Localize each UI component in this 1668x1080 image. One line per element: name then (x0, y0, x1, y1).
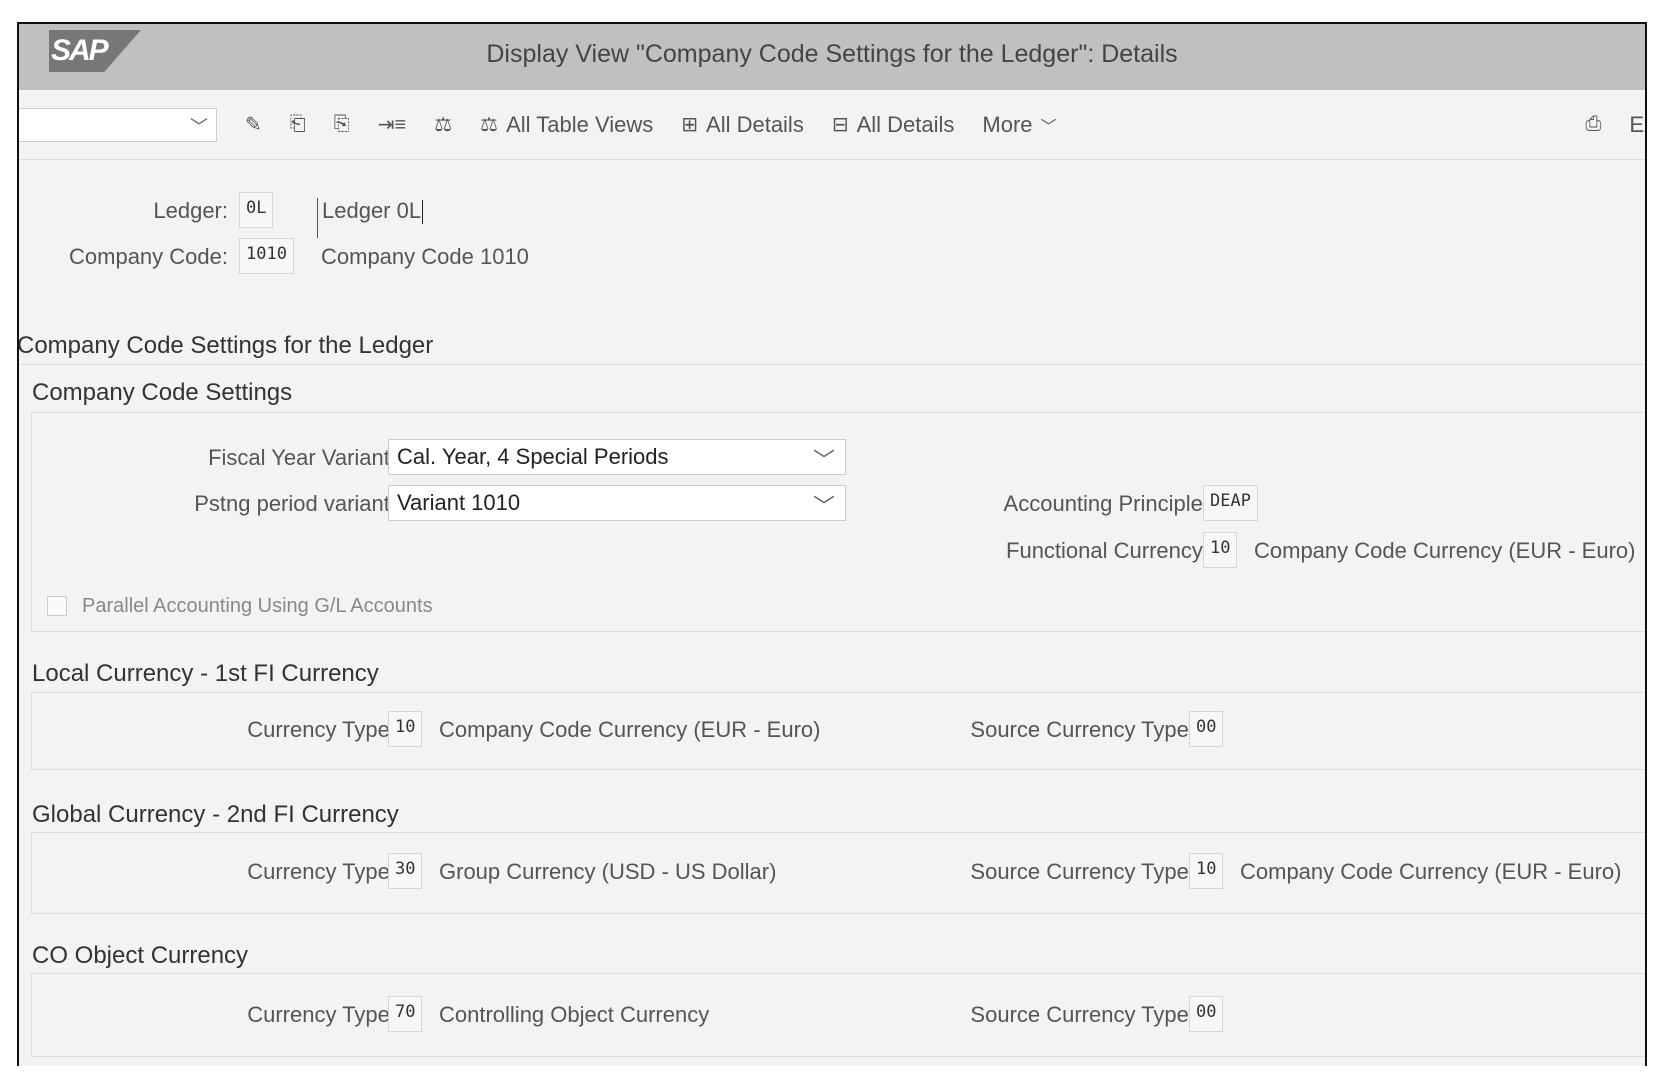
balance-icon: ⚖ (434, 114, 453, 136)
collapse-details-icon: ⊟ (831, 114, 849, 136)
parallel-accounting-label: Parallel Accounting Using G/L Accounts (82, 595, 433, 617)
title-bar: SAP Display View "Company Code Settings … (19, 24, 1645, 90)
toolbar: ﹀ ✎ ⎗ ⎘ ⇥≡ ⚖ ⚖ All Table Views ⊞ All Detai… (19, 90, 1645, 160)
ledger-field[interactable]: 0L (239, 192, 274, 228)
previous-entry-icon: ⎗ (289, 113, 306, 135)
source-currency-type-label: Source Currency Type: (970, 859, 1195, 884)
source-currency-type-field[interactable]: 00 (1189, 996, 1224, 1032)
next-entry-icon: ⎘ (333, 113, 350, 135)
company-code-settings-group: Fiscal Year Variant: Cal. Year, 4 Specia… (31, 412, 1645, 632)
fiscal-year-variant-dropdown[interactable]: Cal. Year, 4 Special Periods ﹀ (388, 439, 846, 475)
currency-type-description: Controlling Object Currency (439, 1002, 710, 1027)
expand-details-icon: ⊞ (681, 114, 699, 136)
chevron-down-icon: ﹀ (190, 116, 208, 137)
sap-window: SAP Display View "Company Code Settings … (17, 22, 1647, 1066)
ledger-description: Ledger 0L (317, 198, 1037, 238)
balance-icon: ⚖ (480, 114, 499, 136)
posting-period-variant-dropdown[interactable]: Variant 1010 ﹀ (388, 485, 846, 521)
divider (19, 364, 1645, 365)
next-entry-button[interactable]: ⎘ (334, 113, 350, 136)
ledger-label: Ledger: (153, 198, 228, 223)
currency-type-field[interactable]: 10 (388, 711, 423, 747)
chevron-down-icon: ﹀ (812, 494, 835, 519)
source-currency-type-label: Source Currency Type: (970, 717, 1195, 742)
currency-type-description: Company Code Currency (EUR - Euro) (439, 717, 821, 742)
company-code-field[interactable]: 1010 (239, 238, 294, 274)
currency-type-label: Currency Type: (247, 859, 396, 884)
display-change-button[interactable]: ✎ (245, 112, 262, 137)
source-currency-type-field[interactable]: 00 (1189, 711, 1224, 747)
all-table-views-button[interactable]: ⚖ All Table Views (480, 112, 653, 138)
accounting-principle-field[interactable]: DEAP (1203, 485, 1258, 521)
chevron-down-icon: ﹀ (1040, 118, 1057, 136)
source-currency-type-label: Source Currency Type: (970, 1002, 1195, 1027)
currency-type-field[interactable]: 30 (388, 853, 423, 889)
parallel-accounting-checkbox[interactable] (47, 596, 67, 616)
collapse-all-details-button[interactable]: ⊟ All Details (832, 112, 955, 138)
source-currency-type-description: Company Code Currency (EUR - Euro) (1240, 859, 1622, 884)
local-currency-title: Local Currency - 1st FI Currency (32, 660, 379, 687)
section-title: Company Code Settings for the Ledger (17, 332, 434, 359)
print-icon: ⎙ (1585, 113, 1602, 135)
company-code-description: Company Code 1010 (321, 244, 529, 269)
expand-all-details-button[interactable]: ⊞ All Details (681, 112, 804, 138)
exit-button[interactable]: Ex (1629, 112, 1645, 138)
functional-currency-label: Functional Currency: (1006, 538, 1209, 563)
print-button[interactable]: ⎙ (1585, 113, 1601, 136)
window-title: Display View "Company Code Settings for … (486, 40, 1178, 68)
command-field[interactable]: ﹀ (19, 107, 217, 142)
fiscal-year-variant-label: Fiscal Year Variant: (208, 445, 396, 470)
chevron-down-icon: ﹀ (812, 448, 835, 473)
source-currency-type-field[interactable]: 10 (1189, 853, 1224, 889)
functional-currency-field[interactable]: 10 (1203, 532, 1238, 568)
local-currency-group: Currency Type: 10 Company Code Currency … (31, 692, 1645, 770)
expand-list-icon: ⇥≡ (377, 114, 407, 136)
currency-type-description: Group Currency (USD - US Dollar) (439, 859, 777, 884)
balance-button[interactable]: ⚖ (434, 112, 452, 137)
expand-list-button[interactable]: ⇥≡ (378, 112, 406, 137)
currency-type-label: Currency Type: (247, 717, 396, 742)
global-currency-group: Currency Type: 30 Group Currency (USD - … (31, 832, 1645, 914)
company-code-label: Company Code: (69, 244, 228, 269)
co-object-currency-title: CO Object Currency (32, 942, 249, 969)
global-currency-title: Global Currency - 2nd FI Currency (32, 801, 399, 828)
company-code-settings-title: Company Code Settings (32, 379, 293, 406)
posting-period-variant-label: Pstng period variant: (194, 491, 396, 516)
more-menu[interactable]: More ﹀ (982, 112, 1056, 138)
currency-type-label: Currency Type: (247, 1002, 396, 1027)
currency-type-field[interactable]: 70 (388, 996, 423, 1032)
glasses-pencil-icon: ✎ (245, 114, 262, 136)
accounting-principle-label: Accounting Principle: (1003, 491, 1209, 516)
previous-entry-button[interactable]: ⎗ (290, 113, 306, 136)
co-object-currency-group: Currency Type: 70 Controlling Object Cur… (31, 973, 1645, 1057)
functional-currency-description: Company Code Currency (EUR - Euro) (1254, 538, 1636, 563)
